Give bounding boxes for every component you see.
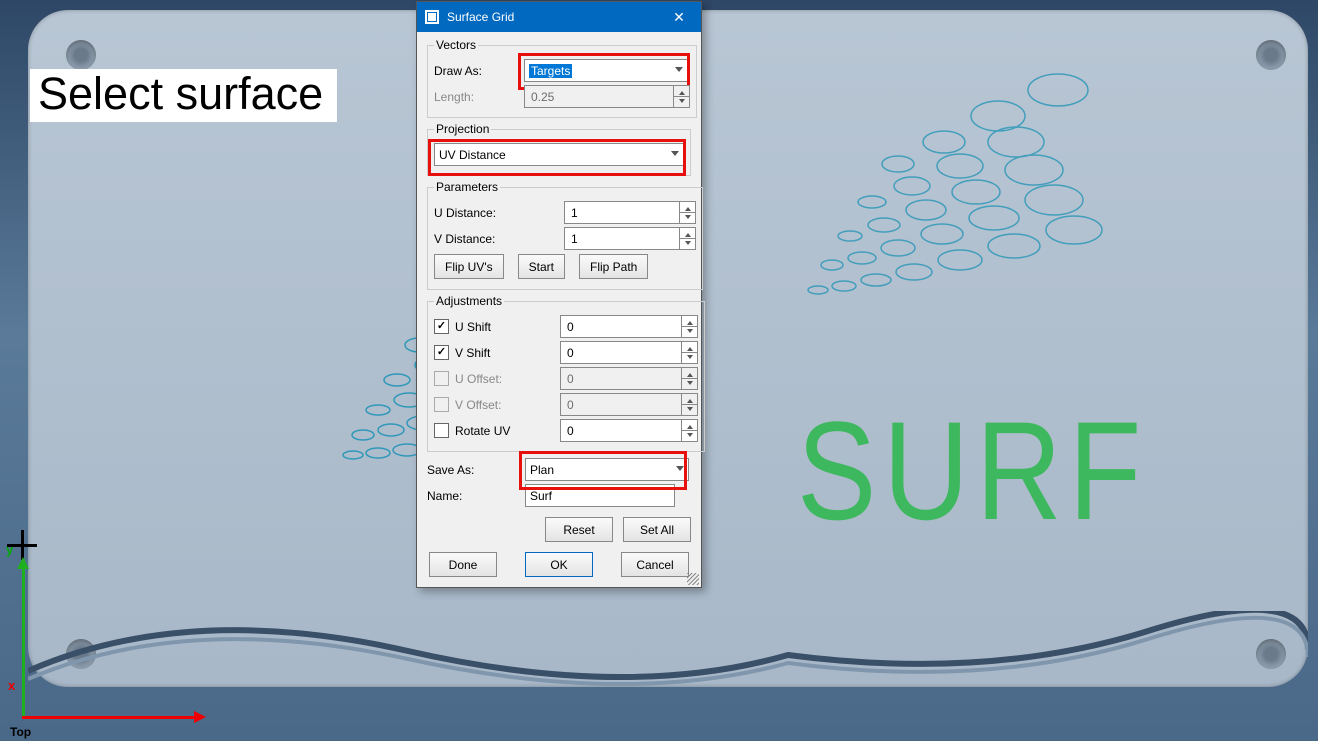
u-offset-checkbox bbox=[434, 371, 449, 386]
save-as-combo[interactable]: Plan bbox=[525, 458, 689, 481]
projection-group: Projection UV Distance bbox=[427, 122, 691, 176]
v-shift-checkbox[interactable] bbox=[434, 345, 449, 360]
length-label: Length: bbox=[434, 90, 524, 104]
resize-grip-icon[interactable] bbox=[687, 573, 699, 585]
close-button[interactable]: ✕ bbox=[657, 2, 701, 32]
command-prompt: Select surface bbox=[30, 69, 337, 122]
hole-top-right bbox=[1256, 40, 1286, 70]
u-distance-spinner[interactable]: 1 bbox=[564, 201, 696, 224]
wave-curve bbox=[28, 611, 1308, 693]
projection-value: UV Distance bbox=[439, 148, 506, 162]
v-shift-check-row[interactable]: V Shift bbox=[434, 345, 560, 360]
length-value: 0.25 bbox=[531, 90, 554, 104]
axis-y-icon bbox=[22, 559, 25, 719]
vectors-legend: Vectors bbox=[434, 38, 478, 52]
start-button[interactable]: Start bbox=[518, 254, 565, 279]
projection-combo[interactable]: UV Distance bbox=[434, 143, 684, 166]
chevron-down-icon bbox=[671, 151, 679, 160]
reset-button[interactable]: Reset bbox=[545, 517, 613, 542]
dialog-title: Surface Grid bbox=[447, 10, 657, 24]
dialog-titlebar[interactable]: Surface Grid ✕ bbox=[417, 2, 701, 32]
axis-x-icon bbox=[22, 716, 202, 719]
u-offset-check-row: U Offset: bbox=[434, 371, 560, 386]
rotate-uv-checkbox[interactable] bbox=[434, 423, 449, 438]
rotate-uv-label: Rotate UV bbox=[455, 424, 510, 438]
rotate-uv-spinner[interactable]: 0 bbox=[560, 419, 698, 442]
spinner-buttons-icon bbox=[681, 368, 697, 389]
v-shift-label: V Shift bbox=[455, 346, 490, 360]
flip-path-button[interactable]: Flip Path bbox=[579, 254, 648, 279]
parameters-legend: Parameters bbox=[434, 180, 500, 194]
u-distance-label: U Distance: bbox=[434, 206, 564, 220]
u-offset-spinner: 0 bbox=[560, 367, 698, 390]
vectors-group: Vectors Draw As: Targets Length: 0.25 bbox=[427, 38, 697, 118]
v-distance-spinner[interactable]: 1 bbox=[564, 227, 696, 250]
spinner-buttons-icon[interactable] bbox=[681, 420, 697, 441]
ok-button[interactable]: OK bbox=[525, 552, 593, 577]
adjustments-legend: Adjustments bbox=[434, 294, 504, 308]
spinner-buttons-icon[interactable] bbox=[679, 228, 695, 249]
surf-logo: SURF bbox=[766, 390, 1179, 552]
projection-legend: Projection bbox=[434, 122, 491, 136]
save-as-label: Save As: bbox=[427, 463, 525, 477]
flip-uvs-button[interactable]: Flip UV's bbox=[434, 254, 504, 279]
rotate-uv-value: 0 bbox=[567, 424, 574, 438]
u-distance-value: 1 bbox=[571, 206, 578, 220]
draw-as-combo[interactable]: Targets bbox=[524, 59, 688, 82]
app-icon bbox=[425, 10, 439, 24]
u-shift-spinner[interactable]: 0 bbox=[560, 315, 698, 338]
v-distance-label: V Distance: bbox=[434, 232, 564, 246]
spinner-buttons-icon[interactable] bbox=[679, 202, 695, 223]
chevron-down-icon bbox=[675, 67, 683, 76]
hole-top-left bbox=[66, 40, 96, 70]
spinner-buttons-icon[interactable] bbox=[681, 316, 697, 337]
name-label: Name: bbox=[427, 489, 525, 503]
surface-grid-dialog: Surface Grid ✕ Vectors Draw As: Targets … bbox=[416, 1, 702, 588]
done-button[interactable]: Done bbox=[429, 552, 497, 577]
view-axis-gizmo[interactable]: y x Top bbox=[0, 541, 220, 741]
axis-y-label: y bbox=[6, 542, 13, 557]
adjustments-group: Adjustments U Shift 0 V Shift 0 bbox=[427, 294, 705, 452]
chevron-down-icon bbox=[676, 466, 684, 475]
name-input[interactable]: Surf bbox=[525, 484, 675, 507]
u-shift-checkbox[interactable] bbox=[434, 319, 449, 334]
v-offset-label: V Offset: bbox=[455, 398, 501, 412]
axis-x-label: x bbox=[8, 678, 15, 693]
length-spinner: 0.25 bbox=[524, 85, 690, 108]
decorative-ellipses-right bbox=[788, 60, 1108, 320]
name-value: Surf bbox=[530, 489, 552, 503]
cancel-button[interactable]: Cancel bbox=[621, 552, 689, 577]
spinner-buttons-icon bbox=[681, 394, 697, 415]
u-offset-label: U Offset: bbox=[455, 372, 502, 386]
axis-view-label: Top bbox=[10, 725, 31, 739]
save-as-value: Plan bbox=[530, 463, 554, 477]
v-shift-spinner[interactable]: 0 bbox=[560, 341, 698, 364]
spinner-buttons-icon[interactable] bbox=[681, 342, 697, 363]
u-shift-label: U Shift bbox=[455, 320, 491, 334]
u-shift-value: 0 bbox=[567, 320, 574, 334]
v-offset-check-row: V Offset: bbox=[434, 397, 560, 412]
spinner-buttons-icon bbox=[673, 86, 689, 107]
u-offset-value: 0 bbox=[567, 372, 574, 386]
v-distance-value: 1 bbox=[571, 232, 578, 246]
parameters-group: Parameters U Distance: 1 V Distance: 1 F… bbox=[427, 180, 703, 290]
v-shift-value: 0 bbox=[567, 346, 574, 360]
v-offset-spinner: 0 bbox=[560, 393, 698, 416]
set-all-button[interactable]: Set All bbox=[623, 517, 691, 542]
v-offset-value: 0 bbox=[567, 398, 574, 412]
v-offset-checkbox bbox=[434, 397, 449, 412]
draw-as-label: Draw As: bbox=[434, 64, 524, 78]
u-shift-check-row[interactable]: U Shift bbox=[434, 319, 560, 334]
rotate-uv-check-row[interactable]: Rotate UV bbox=[434, 423, 560, 438]
draw-as-value: Targets bbox=[529, 64, 572, 78]
